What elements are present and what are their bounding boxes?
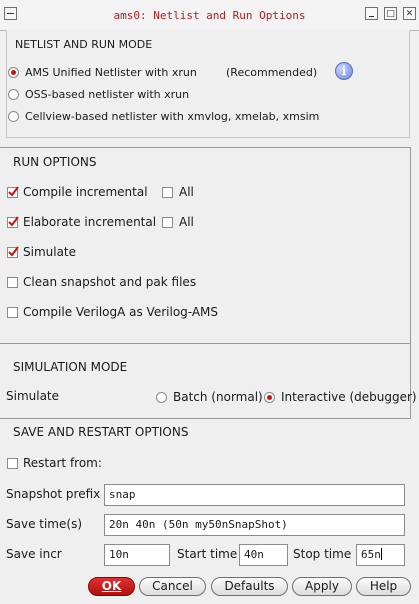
text-cursor <box>380 548 382 560</box>
start-time-input[interactable]: 40n <box>239 544 288 566</box>
compile-all-checkbox[interactable] <box>162 187 173 198</box>
start-time-label: Start time <box>177 547 238 561</box>
option-oss-based-label: OSS-based netlister with xrun <box>25 88 190 101</box>
cancel-button[interactable]: Cancel <box>139 577 206 596</box>
batch-label: Batch (normal) <box>173 390 263 404</box>
apply-button[interactable]: Apply <box>292 577 352 596</box>
save-times-input[interactable]: 20n 40n (50n my50nSnapShot) <box>104 514 405 536</box>
interactive-label: Interactive (debugger) <box>281 390 417 404</box>
elaborate-all-label: All <box>179 215 194 229</box>
save-incr-label: Save incr <box>6 547 62 561</box>
simulate-mode-label: Simulate <box>6 389 60 403</box>
section-divider <box>0 147 410 148</box>
radio-batch[interactable] <box>156 392 167 403</box>
option-ams-unified-label: AMS Unified Netlister with xrun <box>25 66 197 79</box>
snapshot-prefix-label: Snapshot prefix <box>6 487 101 501</box>
cancel-button-label: Cancel <box>152 579 193 593</box>
close-icon[interactable]: ✕ <box>403 7 416 20</box>
elaborate-incremental-checkbox[interactable] <box>7 216 19 228</box>
save-times-label: Save time(s) <box>6 517 82 531</box>
clean-snapshot-checkbox[interactable] <box>7 277 18 288</box>
compile-veriloga-label: Compile VerilogA as Verilog-AMS <box>23 305 219 319</box>
radio-oss-based[interactable] <box>8 89 19 100</box>
compile-veriloga-checkbox[interactable] <box>7 307 18 318</box>
compile-all-label: All <box>179 185 194 199</box>
apply-button-label: Apply <box>305 579 339 593</box>
help-button-label: Help <box>369 579 398 593</box>
section-border <box>410 147 411 419</box>
radio-interactive[interactable] <box>264 392 275 403</box>
radio-ams-unified[interactable] <box>8 67 19 78</box>
ok-button[interactable]: OK <box>88 577 135 596</box>
simulate-checkbox[interactable] <box>7 246 19 258</box>
stop-time-input[interactable]: 65n <box>356 544 405 566</box>
netlist-mode-heading: NETLIST AND RUN MODE <box>15 38 153 51</box>
section-divider <box>0 418 410 419</box>
window-title: ams0: Netlist and Run Options <box>113 9 306 22</box>
title-bar: ams0: Netlist and Run Options □ ✕ <box>0 0 419 31</box>
elaborate-incremental-label: Elaborate incremental <box>23 215 157 229</box>
simulate-label: Simulate <box>23 245 77 259</box>
option-cellview-based-label: Cellview-based netlister with xmvlog, xm… <box>25 110 320 123</box>
stop-time-label: Stop time <box>293 547 352 561</box>
defaults-button[interactable]: Defaults <box>211 577 288 596</box>
simulation-mode-heading: SIMULATION MODE <box>13 360 128 374</box>
info-icon[interactable]: i <box>335 62 353 80</box>
compile-incremental-label: Compile incremental <box>23 185 148 199</box>
save-restart-heading: SAVE AND RESTART OPTIONS <box>13 425 189 439</box>
restart-from-checkbox[interactable] <box>7 458 18 469</box>
clean-snapshot-label: Clean snapshot and pak files <box>23 275 197 289</box>
run-options-heading: RUN OPTIONS <box>13 155 97 169</box>
maximize-icon[interactable]: □ <box>384 7 397 20</box>
snapshot-prefix-input[interactable]: snap <box>104 484 405 506</box>
section-divider <box>0 343 410 344</box>
compile-incremental-checkbox[interactable] <box>7 186 19 198</box>
ok-button-label: OK <box>101 579 122 593</box>
stop-time-value: 65n <box>361 548 381 561</box>
restart-from-label: Restart from: <box>23 456 102 470</box>
recommended-note: (Recommended) <box>226 66 318 79</box>
minimize-icon[interactable] <box>365 7 378 20</box>
elaborate-all-checkbox[interactable] <box>162 217 173 228</box>
radio-cellview-based[interactable] <box>8 111 19 122</box>
help-button[interactable]: Help <box>356 577 411 596</box>
save-incr-input[interactable]: 10n <box>104 544 170 566</box>
defaults-button-label: Defaults <box>224 579 275 593</box>
